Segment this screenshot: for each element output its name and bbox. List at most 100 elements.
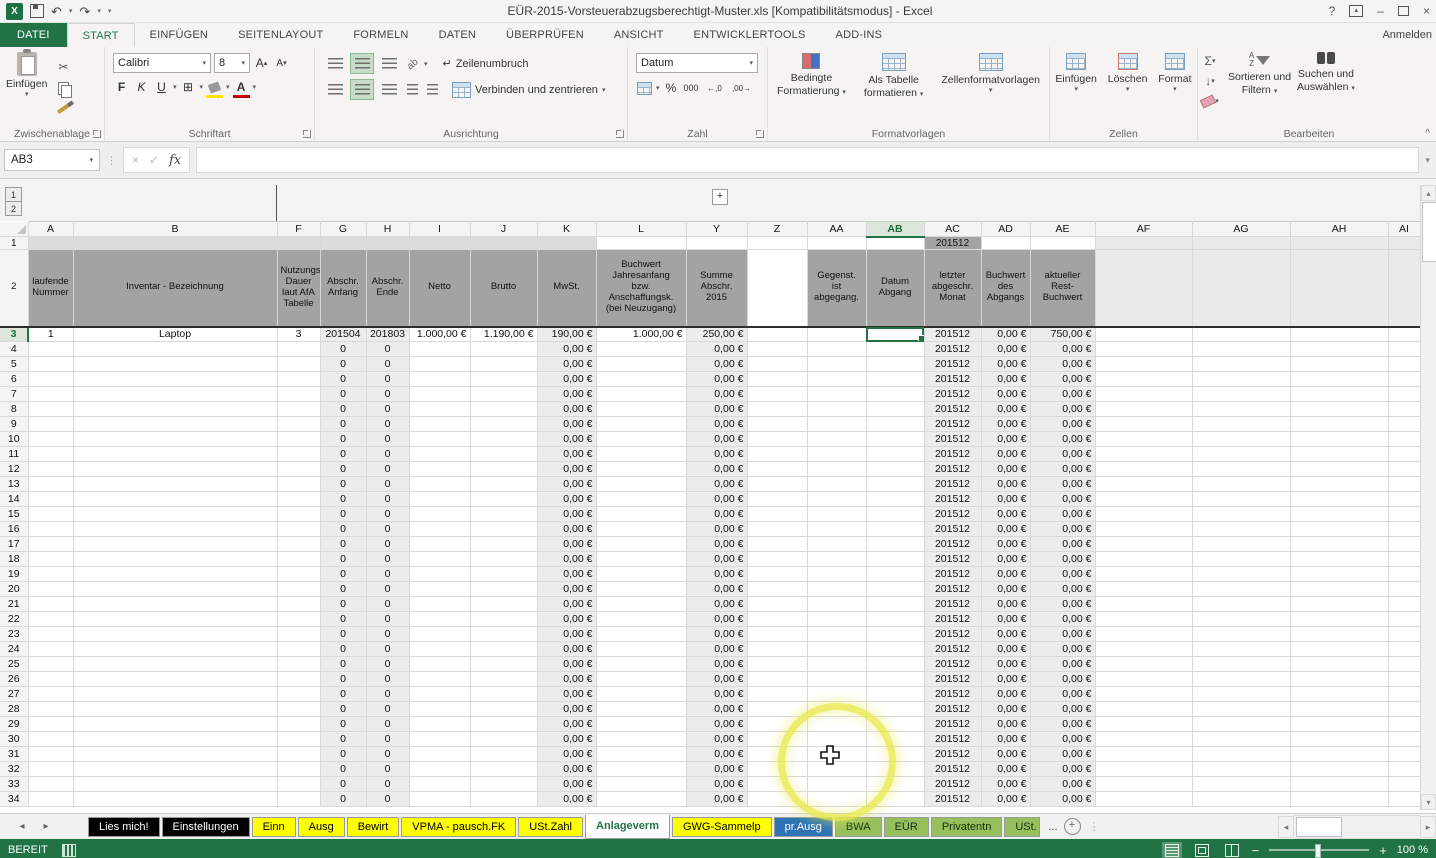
cell-AC10[interactable]: 201512 — [924, 432, 981, 447]
undo-dropdown-icon[interactable]: ▾ — [69, 7, 73, 15]
cell-J15[interactable] — [470, 507, 537, 522]
cell-K10[interactable]: 0,00 € — [537, 432, 596, 447]
cell-J5[interactable] — [470, 357, 537, 372]
cell-B19[interactable] — [73, 567, 277, 582]
cell-AB28[interactable] — [866, 702, 924, 717]
cell-AF22[interactable] — [1095, 612, 1192, 627]
cell-AI20[interactable] — [1388, 582, 1420, 597]
cell-H20[interactable]: 0 — [366, 582, 409, 597]
cell-J6[interactable] — [470, 372, 537, 387]
cell-Y18[interactable]: 0,00 € — [686, 552, 747, 567]
cell-AB20[interactable] — [866, 582, 924, 597]
clipboard-dialog-launcher-icon[interactable] — [93, 130, 101, 138]
cell-AE9[interactable]: 0,00 € — [1030, 417, 1095, 432]
header-cell-AI2[interactable] — [1388, 250, 1420, 327]
cell-AI18[interactable] — [1388, 552, 1420, 567]
cell-AG23[interactable] — [1192, 627, 1290, 642]
col-header-AG[interactable]: AG — [1192, 222, 1290, 237]
cell-H11[interactable]: 0 — [366, 447, 409, 462]
tab-entwicklertools[interactable]: ENTWICKLERTOOLS — [679, 23, 821, 47]
cell-L34[interactable] — [596, 792, 686, 807]
sheet-tab-einn[interactable]: Einn — [252, 817, 296, 837]
cell-Z20[interactable] — [747, 582, 807, 597]
cell-I17[interactable] — [409, 537, 470, 552]
cell-AB27[interactable] — [866, 687, 924, 702]
cell-H3[interactable]: 201803 — [366, 327, 409, 342]
cell-AE34[interactable]: 0,00 € — [1030, 792, 1095, 807]
cell-Z23[interactable] — [747, 627, 807, 642]
cell-AA7[interactable] — [807, 387, 866, 402]
cell-Y10[interactable]: 0,00 € — [686, 432, 747, 447]
cell-Z13[interactable] — [747, 477, 807, 492]
row-header-3[interactable]: 3 — [0, 327, 28, 342]
cell-L19[interactable] — [596, 567, 686, 582]
cell-AC5[interactable]: 201512 — [924, 357, 981, 372]
cell-Y24[interactable]: 0,00 € — [686, 642, 747, 657]
cell-AF23[interactable] — [1095, 627, 1192, 642]
cell-AG19[interactable] — [1192, 567, 1290, 582]
cell-AI10[interactable] — [1388, 432, 1420, 447]
select-all-corner[interactable] — [0, 222, 28, 237]
cell-AE13[interactable]: 0,00 € — [1030, 477, 1095, 492]
cell-AA21[interactable] — [807, 597, 866, 612]
cell-H22[interactable]: 0 — [366, 612, 409, 627]
cell-B29[interactable] — [73, 717, 277, 732]
cell-A6[interactable] — [28, 372, 73, 387]
cell-A26[interactable] — [28, 672, 73, 687]
cell-F5[interactable] — [277, 357, 320, 372]
cell-L23[interactable] — [596, 627, 686, 642]
cell-K4[interactable]: 0,00 € — [537, 342, 596, 357]
cell-Z17[interactable] — [747, 537, 807, 552]
cell-Z24[interactable] — [747, 642, 807, 657]
cell-L26[interactable] — [596, 672, 686, 687]
cell-J17[interactable] — [470, 537, 537, 552]
cell-B3[interactable]: Laptop — [73, 327, 277, 342]
cell-L24[interactable] — [596, 642, 686, 657]
cell-AD28[interactable]: 0,00 € — [981, 702, 1030, 717]
row-header-27[interactable]: 27 — [0, 687, 28, 702]
cell-B9[interactable] — [73, 417, 277, 432]
cell-AG4[interactable] — [1192, 342, 1290, 357]
cell-AB10[interactable] — [866, 432, 924, 447]
cell-L10[interactable] — [596, 432, 686, 447]
zoom-slider-thumb[interactable] — [1315, 844, 1321, 858]
cell-K20[interactable]: 0,00 € — [537, 582, 596, 597]
cell-L29[interactable] — [596, 717, 686, 732]
cell-AG20[interactable] — [1192, 582, 1290, 597]
row-header-28[interactable]: 28 — [0, 702, 28, 717]
number-format-select[interactable]: Datum▾ — [636, 53, 758, 73]
comma-style-button[interactable]: 000 — [683, 79, 700, 97]
cell-J25[interactable] — [470, 657, 537, 672]
cell-K31[interactable]: 0,00 € — [537, 747, 596, 762]
cell-Z14[interactable] — [747, 492, 807, 507]
cell-AC12[interactable]: 201512 — [924, 462, 981, 477]
cell-A14[interactable] — [28, 492, 73, 507]
cell-A7[interactable] — [28, 387, 73, 402]
header-cell-A2[interactable]: laufende Nummer — [28, 250, 73, 327]
cell-AB5[interactable] — [866, 357, 924, 372]
close-icon[interactable]: × — [1423, 5, 1430, 17]
cell-G25[interactable]: 0 — [320, 657, 366, 672]
row-header-23[interactable]: 23 — [0, 627, 28, 642]
scroll-down-icon[interactable]: ▾ — [1421, 794, 1436, 810]
cell-A32[interactable] — [28, 762, 73, 777]
cell-AD4[interactable]: 0,00 € — [981, 342, 1030, 357]
cell-G3[interactable]: 201504 — [320, 327, 366, 342]
cell-H15[interactable]: 0 — [366, 507, 409, 522]
autosum-button[interactable]: Σ▾ — [1198, 52, 1222, 70]
cell-B20[interactable] — [73, 582, 277, 597]
cell-AA17[interactable] — [807, 537, 866, 552]
cell-A11[interactable] — [28, 447, 73, 462]
header-cell-AA2[interactable]: Gegenst. ist abgegang. — [807, 250, 866, 327]
cell-AA8[interactable] — [807, 402, 866, 417]
cell-AA32[interactable] — [807, 762, 866, 777]
cell-AB23[interactable] — [866, 627, 924, 642]
cell-H8[interactable]: 0 — [366, 402, 409, 417]
cell-AF20[interactable] — [1095, 582, 1192, 597]
cell-AE6[interactable]: 0,00 € — [1030, 372, 1095, 387]
conditional-formatting-button[interactable]: Bedingte Formatierung ▾ — [777, 53, 846, 99]
cell-AB21[interactable] — [866, 597, 924, 612]
cell-AI31[interactable] — [1388, 747, 1420, 762]
cell-AF3[interactable] — [1095, 327, 1192, 342]
cell-AA15[interactable] — [807, 507, 866, 522]
